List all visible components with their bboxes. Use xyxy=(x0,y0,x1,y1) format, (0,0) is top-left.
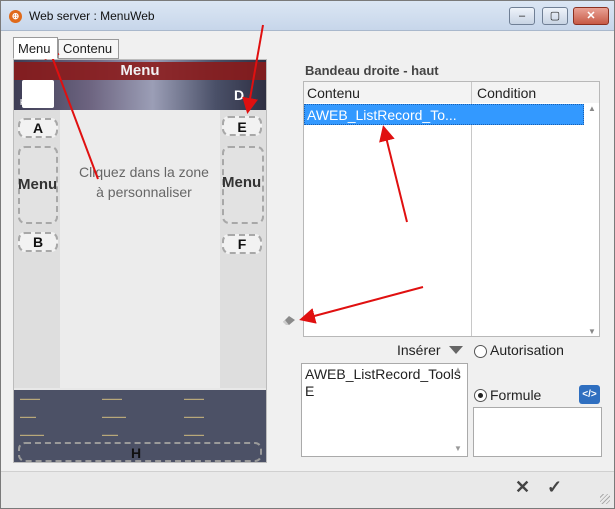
zone-e-label: E xyxy=(237,119,247,135)
scroll-down-icon[interactable]: ▼ xyxy=(588,327,596,336)
section-title: Bandeau droite - haut xyxy=(305,63,439,78)
validate-icon[interactable]: ✓ xyxy=(547,477,562,498)
footer-zone[interactable]: ▬▬▬▬▬ ▬▬▬▬▬ ▬▬▬▬▬ ▬▬▬▬ ▬▬▬▬▬▬ ▬▬▬▬▬ ▬▬▬▬… xyxy=(14,390,266,462)
resize-grip-icon[interactable] xyxy=(600,494,610,504)
maximize-button[interactable]: ▢ xyxy=(542,7,568,25)
left-menu-label: Menu xyxy=(18,176,58,193)
dialog-window: ⊕ Web server : MenuWeb – ▢ ✕ Menu Conten… xyxy=(0,0,615,509)
formule-field[interactable] xyxy=(473,407,602,457)
code-editor[interactable]: AWEB_ListRecord_ToolsE xyxy=(301,363,468,457)
window-title: Web server : MenuWeb xyxy=(29,9,155,23)
banner-image[interactable]: Menu kenTika xyxy=(14,60,266,110)
footer-decor: ▬▬▬▬▬ xyxy=(184,432,204,437)
eraser-icon[interactable] xyxy=(281,314,297,326)
column-header-condition[interactable]: Condition xyxy=(477,85,536,101)
tab-contenu-label: Contenu xyxy=(63,41,113,56)
tab-menu-label: Menu xyxy=(18,41,51,56)
footer-decor: ▬▬▬▬▬ xyxy=(184,396,204,401)
cancel-icon[interactable]: ✕ xyxy=(515,477,530,498)
autorisation-radio[interactable] xyxy=(474,345,487,358)
footer-decor: ▬▬▬▬▬▬ xyxy=(20,432,44,437)
zone-b-label: B xyxy=(32,234,44,250)
close-window-button[interactable]: ✕ xyxy=(573,7,609,25)
app-logo-icon: ⊕ xyxy=(9,10,22,23)
table-row[interactable]: AWEB_ListRecord_To... xyxy=(304,104,584,125)
scroll-up-icon[interactable]: ▲ xyxy=(454,365,462,374)
center-zone[interactable] xyxy=(60,110,220,388)
footer-decor: ▬▬▬▬▬ xyxy=(20,396,40,401)
center-instruction: Cliquez dans la zone à personnaliser xyxy=(79,164,209,200)
zone-h-label: H xyxy=(130,445,142,461)
footer-decor: ▬▬▬▬▬ xyxy=(102,396,122,401)
zone-f-label: F xyxy=(237,236,247,252)
formule-radio[interactable] xyxy=(474,389,487,402)
tab-menu[interactable]: Menu xyxy=(13,37,58,59)
footer-decor: ▬▬▬▬ xyxy=(102,432,118,437)
column-header-contenu[interactable]: Contenu xyxy=(307,85,360,101)
footer-decor: ▬▬▬▬▬▬ xyxy=(102,414,126,419)
autorisation-label: Autorisation xyxy=(490,342,564,358)
content-grid[interactable]: Contenu Condition AWEB_ListRecord_To... … xyxy=(303,81,600,337)
formule-label: Formule xyxy=(490,387,542,403)
right-menu-label: Menu xyxy=(222,174,262,191)
zone-a-label: A xyxy=(32,120,44,136)
footer-decor: ▬▬▬▬ xyxy=(20,414,36,419)
banner-title: Menu xyxy=(14,62,266,80)
zone-d-label: D xyxy=(234,87,245,103)
scroll-up-icon[interactable]: ▲ xyxy=(588,104,596,113)
insert-label[interactable]: Insérer xyxy=(397,342,441,358)
tab-contenu[interactable]: Contenu xyxy=(58,39,119,59)
footer-decor: ▬▬▬▬▬ xyxy=(184,414,204,419)
title-bar[interactable]: ⊕ Web server : MenuWeb – ▢ ✕ xyxy=(1,1,614,31)
zone-c-label: C xyxy=(30,87,41,103)
insert-dropdown-icon[interactable] xyxy=(449,346,463,354)
row-contenu-cell: AWEB_ListRecord_To... xyxy=(307,107,457,123)
code-editor-icon[interactable]: </> xyxy=(579,385,600,404)
scroll-down-icon[interactable]: ▼ xyxy=(454,444,462,453)
vertical-scrollbar[interactable]: ▲ ▼ xyxy=(585,104,599,336)
layout-preview[interactable]: Menu kenTika C D Cliquez dans la zone à … xyxy=(13,59,267,463)
minimize-button[interactable]: – xyxy=(509,7,535,25)
